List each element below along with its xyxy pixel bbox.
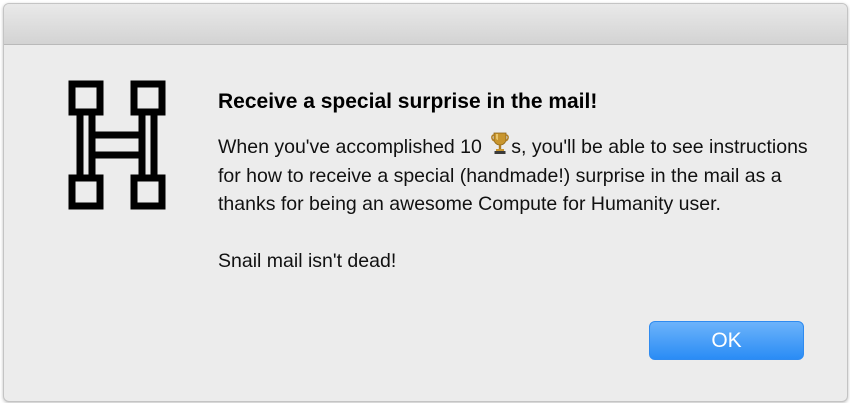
dialog-content: Receive a special surprise in the mail! … [218, 88, 818, 275]
dialog-footer-note: Snail mail isn't dead! [218, 249, 397, 272]
trophy-icon [490, 131, 510, 164]
title-bar[interactable] [4, 4, 847, 45]
dialog-headline: Receive a special surprise in the mail! [218, 90, 598, 113]
ok-button[interactable]: OK [649, 321, 804, 360]
alert-dialog: Receive a special surprise in the mail! … [3, 3, 848, 402]
dialog-message-part1: When you've accomplished 10 [218, 136, 488, 158]
dialog-message: When you've accomplished 10 s, you'll be… [218, 129, 818, 219]
compute-for-humanity-logo-icon [68, 80, 166, 210]
